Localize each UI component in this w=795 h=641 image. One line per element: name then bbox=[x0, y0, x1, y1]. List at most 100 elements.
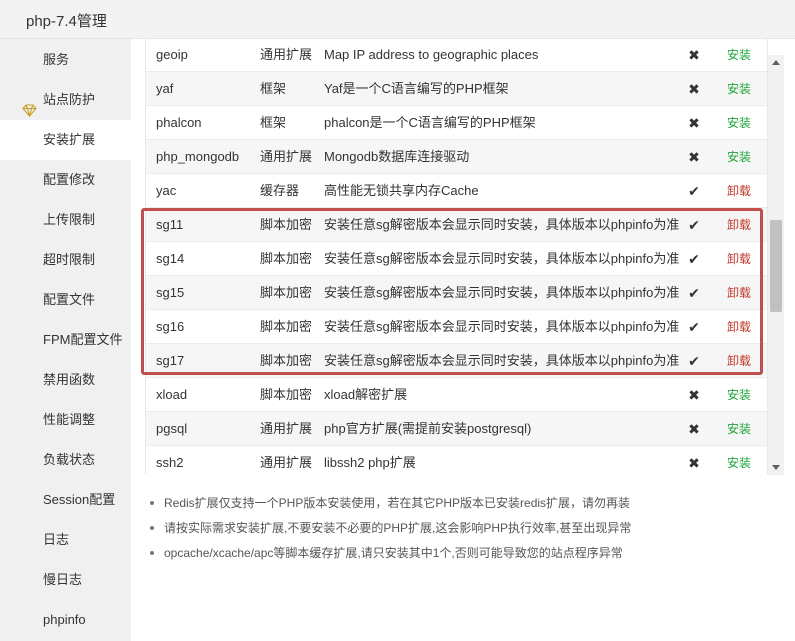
extension-name: phalcon bbox=[156, 115, 202, 130]
sidebar-item-label: 安装扩展 bbox=[43, 132, 96, 147]
extension-name: php_mongodb bbox=[156, 149, 240, 164]
sidebar-item-performance[interactable]: 性能调整 bbox=[0, 400, 131, 440]
note-item: opcache/xcache/apc等脚本缓存扩展,请只安装其中1个,否则可能导… bbox=[148, 544, 778, 569]
sidebar-item-label: 超时限制 bbox=[43, 252, 96, 267]
extension-description: 安装任意sg解密版本会显示同时安装，具体版本以phpinfo为准 bbox=[324, 319, 680, 334]
sidebar-item-service[interactable]: 服务 bbox=[0, 40, 131, 80]
table-row: sg17 脚本加密 安装任意sg解密版本会显示同时安装，具体版本以phpinfo为准… bbox=[146, 344, 767, 378]
extension-name: sg11 bbox=[156, 217, 184, 232]
cross-icon: ✖ bbox=[688, 455, 700, 471]
extension-type: 通用扩展 bbox=[260, 47, 313, 62]
install-button[interactable]: 安装 bbox=[714, 446, 764, 474]
cross-icon: ✖ bbox=[688, 81, 700, 97]
table-row: yaf 框架 Yaf是一个C语言编写的PHP框架 ✖ 安装 bbox=[146, 72, 767, 106]
extension-name: sg15 bbox=[156, 285, 185, 300]
sidebar-item-label: 服务 bbox=[43, 52, 70, 67]
install-button[interactable]: 安装 bbox=[714, 72, 764, 106]
table-row: yac 缓存器 高性能无锁共享内存Cache ✔ 卸载 bbox=[146, 174, 767, 208]
extension-description: Yaf是一个C语言编写的PHP框架 bbox=[324, 81, 509, 96]
check-icon: ✔ bbox=[688, 353, 700, 369]
extension-type: 通用扩展 bbox=[260, 421, 313, 436]
sidebar-item-label: phpinfo bbox=[43, 612, 86, 627]
install-button[interactable]: 安装 bbox=[714, 106, 764, 140]
note-item: 请按实际需求安装扩展,不要安装不必要的PHP扩展,这会影响PHP执行效率,甚至出… bbox=[148, 519, 778, 544]
scroll-up-arrow-icon[interactable] bbox=[768, 55, 784, 71]
sidebar-item-config-file[interactable]: 配置文件 bbox=[0, 280, 131, 320]
extension-type: 通用扩展 bbox=[260, 455, 313, 470]
sidebar-item-label: 上传限制 bbox=[43, 212, 96, 227]
check-icon: ✔ bbox=[688, 319, 700, 335]
extension-name: sg17 bbox=[156, 353, 185, 368]
extension-description: 安装任意sg解密版本会显示同时安装，具体版本以phpinfo为准 bbox=[324, 285, 680, 300]
sidebar-item-label: 配置文件 bbox=[43, 292, 96, 307]
uninstall-button[interactable]: 卸载 bbox=[714, 310, 764, 344]
check-icon: ✔ bbox=[688, 285, 700, 301]
sidebar-item-label: 禁用函数 bbox=[43, 372, 96, 387]
sidebar-item-site-protection[interactable]: 站点防护 bbox=[0, 80, 131, 120]
install-button[interactable]: 安装 bbox=[714, 378, 764, 412]
table-row: php_mongodb 通用扩展 Mongodb数据库连接驱动 ✖ 安装 bbox=[146, 140, 767, 174]
scroll-thumb[interactable] bbox=[770, 220, 782, 312]
extension-name: yac bbox=[156, 183, 177, 198]
extension-type: 脚本加密 bbox=[260, 319, 313, 334]
extension-name: sg14 bbox=[156, 251, 185, 266]
extension-type: 脚本加密 bbox=[260, 285, 313, 300]
extension-type: 脚本加密 bbox=[260, 217, 313, 232]
cross-icon: ✖ bbox=[688, 387, 700, 403]
uninstall-button[interactable]: 卸载 bbox=[714, 174, 764, 208]
uninstall-button[interactable]: 卸载 bbox=[714, 344, 764, 378]
table-row: sg16 脚本加密 安装任意sg解密版本会显示同时安装，具体版本以phpinfo为准… bbox=[146, 310, 767, 344]
sidebar-item-install-extensions[interactable]: 安装扩展 bbox=[0, 120, 131, 160]
sidebar-item-fpm-config[interactable]: FPM配置文件 bbox=[0, 320, 131, 360]
uninstall-button[interactable]: 卸载 bbox=[714, 276, 764, 310]
extension-description: Map IP address to geographic places bbox=[324, 47, 539, 62]
gem-icon bbox=[22, 93, 37, 119]
extension-name: yaf bbox=[156, 81, 174, 96]
table-row: phalcon 框架 phalcon是一个C语言编写的PHP框架 ✖ 安装 bbox=[146, 106, 767, 140]
scroll-down-arrow-icon[interactable] bbox=[768, 459, 784, 475]
sidebar-item-config-edit[interactable]: 配置修改 bbox=[0, 160, 131, 200]
sidebar-item-label: 配置修改 bbox=[43, 172, 96, 187]
extension-description: phalcon是一个C语言编写的PHP框架 bbox=[324, 115, 536, 130]
check-icon: ✔ bbox=[688, 183, 700, 199]
sidebar-item-label: 站点防护 bbox=[43, 92, 96, 107]
sidebar-item-label: 慢日志 bbox=[43, 572, 83, 587]
extension-type: 通用扩展 bbox=[260, 149, 313, 164]
extension-description: php官方扩展(需提前安装postgresql) bbox=[324, 421, 532, 436]
sidebar-item-upload-limit[interactable]: 上传限制 bbox=[0, 200, 131, 240]
sidebar-item-load-status[interactable]: 负载状态 bbox=[0, 440, 131, 480]
sidebar-item-label: Session配置 bbox=[43, 492, 116, 507]
install-button[interactable]: 安装 bbox=[714, 39, 764, 72]
window-titlebar: php-7.4管理 bbox=[0, 0, 795, 39]
sidebar-item-slow-log[interactable]: 慢日志 bbox=[0, 560, 131, 600]
extension-description: libssh2 php扩展 bbox=[324, 455, 416, 470]
extension-name: xload bbox=[156, 387, 188, 402]
extension-description: 安装任意sg解密版本会显示同时安装，具体版本以phpinfo为准 bbox=[324, 217, 680, 232]
cross-icon: ✖ bbox=[688, 149, 700, 165]
extension-type: 框架 bbox=[260, 115, 287, 130]
table-row: geoip 通用扩展 Map IP address to geographic pl… bbox=[146, 39, 767, 72]
extension-name: sg16 bbox=[156, 319, 185, 334]
sidebar-item-label: 性能调整 bbox=[43, 412, 96, 427]
notes-list: Redis扩展仅支持一个PHP版本安装使用，若在其它PHP版本已安装redis扩… bbox=[148, 494, 778, 569]
table-row: pgsql 通用扩展 php官方扩展(需提前安装postgresql) ✖ 安装 bbox=[146, 412, 767, 446]
sidebar-item-log[interactable]: 日志 bbox=[0, 520, 131, 560]
extension-type: 脚本加密 bbox=[260, 251, 313, 266]
window-title: php-7.4管理 bbox=[26, 13, 107, 30]
table-row: sg15 脚本加密 安装任意sg解密版本会显示同时安装，具体版本以phpinfo为准… bbox=[146, 276, 767, 310]
sidebar-item-phpinfo[interactable]: phpinfo bbox=[0, 600, 131, 640]
note-item: Redis扩展仅支持一个PHP版本安装使用，若在其它PHP版本已安装redis扩… bbox=[148, 494, 778, 519]
sidebar-item-disabled-functions[interactable]: 禁用函数 bbox=[0, 360, 131, 400]
extension-description: 安装任意sg解密版本会显示同时安装，具体版本以phpinfo为准 bbox=[324, 251, 680, 266]
uninstall-button[interactable]: 卸载 bbox=[714, 242, 764, 276]
sidebar-item-session-config[interactable]: Session配置 bbox=[0, 480, 131, 520]
check-icon: ✔ bbox=[688, 251, 700, 267]
install-button[interactable]: 安装 bbox=[714, 140, 764, 174]
sidebar-item-timeout-limit[interactable]: 超时限制 bbox=[0, 240, 131, 280]
sidebar-item-label: FPM配置文件 bbox=[43, 332, 123, 347]
table-scrollbar[interactable] bbox=[768, 55, 784, 475]
install-button[interactable]: 安装 bbox=[714, 412, 764, 446]
sidebar-item-label: 负载状态 bbox=[43, 452, 96, 467]
uninstall-button[interactable]: 卸载 bbox=[714, 208, 764, 242]
extension-name: geoip bbox=[156, 47, 188, 62]
